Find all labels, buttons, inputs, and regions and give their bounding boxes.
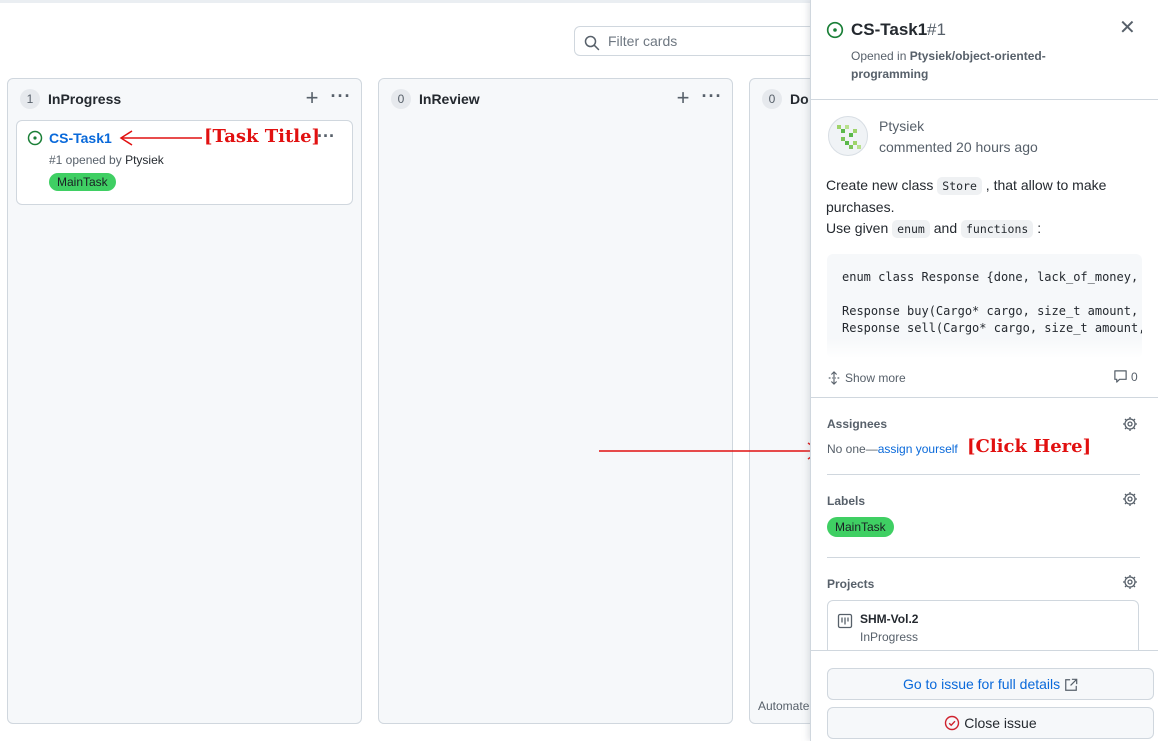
column-count: 0 bbox=[762, 89, 782, 109]
panel-title: CS-Task1 bbox=[851, 20, 928, 39]
comment-author[interactable]: Ptysiek bbox=[879, 117, 924, 135]
inline-code: Store bbox=[937, 177, 982, 195]
panel-issue-number: #1 bbox=[927, 20, 946, 39]
assignees-gear-icon[interactable] bbox=[1122, 416, 1138, 432]
annotation-click-here: [Click Here] bbox=[967, 436, 1092, 457]
filter-cards[interactable] bbox=[574, 26, 824, 56]
show-more-label: Show more bbox=[845, 371, 906, 385]
external-link-icon bbox=[1065, 678, 1078, 691]
labels-gear-icon[interactable] bbox=[1122, 491, 1138, 507]
card-title-link[interactable]: CS-Task1 bbox=[49, 129, 112, 147]
column-title: InReview bbox=[419, 91, 480, 107]
header-divider bbox=[811, 99, 1158, 100]
go-to-issue-label: Go to issue for full details bbox=[902, 676, 1061, 692]
card-author-link[interactable]: Ptysiek bbox=[125, 153, 164, 167]
automate-link[interactable]: Automate bbox=[758, 699, 809, 713]
panel-footer: Go to issue for full details Close issue bbox=[811, 650, 1158, 741]
project-name[interactable]: SHM-Vol.2 bbox=[860, 611, 918, 627]
search-icon bbox=[584, 35, 600, 51]
annotation-arrow-click-here bbox=[599, 442, 822, 460]
card-meta-prefix: #1 opened by bbox=[49, 153, 126, 167]
project-board-icon bbox=[837, 613, 853, 629]
assignees-value: No one—assign yourself bbox=[827, 441, 958, 457]
unfold-icon bbox=[828, 371, 840, 385]
column-count: 0 bbox=[391, 89, 411, 109]
column-inprogress: 1 InProgress + ··· CS-Task1 #1 opened by… bbox=[7, 78, 362, 724]
label-maintask[interactable]: MainTask bbox=[827, 517, 894, 537]
assign-yourself-link[interactable]: assign yourself bbox=[878, 442, 958, 456]
opened-prefix: Opened in bbox=[851, 49, 910, 63]
go-to-issue-button[interactable]: Go to issue for full details bbox=[827, 668, 1154, 700]
close-issue-icon bbox=[945, 715, 960, 731]
comment-text: Use given bbox=[826, 220, 893, 236]
annotation-arrow-task-title bbox=[119, 130, 202, 146]
inline-code: functions bbox=[961, 220, 1034, 238]
column-menu-button[interactable]: ··· bbox=[700, 87, 724, 109]
section-divider bbox=[827, 557, 1140, 558]
issue-open-icon bbox=[27, 130, 43, 146]
filter-input[interactable] bbox=[606, 27, 816, 55]
projects-gear-icon[interactable] bbox=[1122, 574, 1138, 590]
close-issue-label: Close issue bbox=[964, 715, 1037, 731]
project-column: InProgress bbox=[860, 630, 919, 644]
code-fade bbox=[827, 338, 1142, 358]
close-icon[interactable]: ✕ bbox=[1119, 16, 1136, 40]
comment-count-value: 0 bbox=[1131, 370, 1138, 384]
close-issue-button[interactable]: Close issue bbox=[827, 707, 1154, 739]
add-card-button[interactable]: + bbox=[672, 87, 694, 109]
comment-text: Create new class bbox=[826, 177, 938, 193]
column-inreview: 0 InReview + ··· bbox=[378, 78, 733, 724]
comment-count: 0 bbox=[1113, 368, 1138, 386]
comment-time: commented 20 hours ago bbox=[879, 139, 1038, 155]
avatar[interactable] bbox=[828, 116, 868, 156]
opened-in-text: Opened in Ptysiek/object-oriented-progra… bbox=[851, 47, 1071, 83]
column-title: Do bbox=[790, 91, 809, 107]
column-menu-button[interactable]: ··· bbox=[329, 87, 353, 109]
comment-icon bbox=[1114, 370, 1127, 383]
comment-divider bbox=[811, 397, 1158, 398]
inline-code: enum bbox=[892, 220, 930, 238]
issue-side-panel: CS-Task1 #1 ✕ Opened in Ptysiek/object-o… bbox=[810, 0, 1158, 741]
issue-open-icon bbox=[826, 21, 844, 39]
comment-body: Create new class Store , that allow to m… bbox=[826, 175, 1136, 240]
section-divider bbox=[827, 474, 1140, 475]
comment-text: and bbox=[929, 220, 961, 236]
projects-heading: Projects bbox=[827, 577, 875, 591]
column-done: 0 Do Automate bbox=[749, 78, 819, 724]
show-more-button[interactable]: Show more bbox=[827, 370, 906, 386]
no-assignee-text: No one— bbox=[827, 442, 878, 456]
card-label[interactable]: MainTask bbox=[49, 173, 116, 191]
comment-text: : bbox=[1033, 220, 1042, 236]
add-card-button[interactable]: + bbox=[301, 87, 323, 109]
annotation-task-title: [Task Title] bbox=[204, 126, 321, 147]
card-meta: #1 opened by Ptysiek bbox=[49, 152, 164, 168]
assignees-heading: Assignees bbox=[827, 417, 888, 431]
column-title: InProgress bbox=[48, 91, 122, 107]
column-count: 1 bbox=[20, 89, 40, 109]
labels-heading: Labels bbox=[827, 494, 866, 508]
